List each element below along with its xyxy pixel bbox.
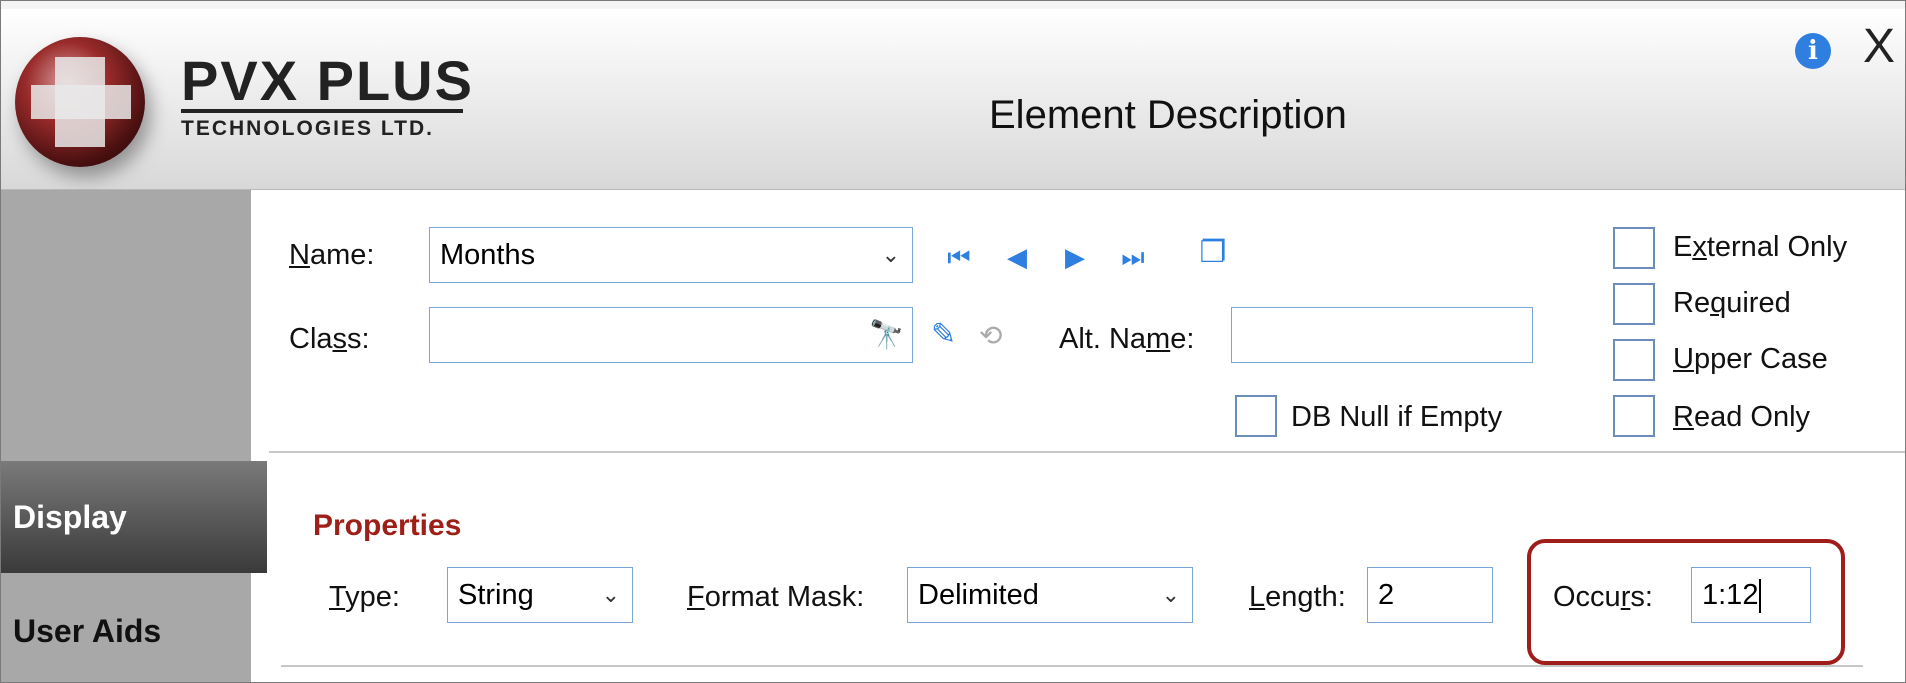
logo-tagline: TECHNOLOGIES LTD. — [181, 117, 434, 140]
chevron-down-icon[interactable]: ⌄ — [602, 568, 620, 622]
copy-icon[interactable]: ❐ — [1199, 238, 1227, 268]
close-icon[interactable]: X — [1863, 23, 1895, 71]
class-label: Class: — [289, 323, 370, 355]
upper-case-checkbox[interactable] — [1613, 339, 1655, 381]
chevron-down-icon[interactable]: ⌄ — [1162, 568, 1180, 622]
section-divider — [269, 451, 1905, 453]
format-mask-label: Format Mask: — [687, 581, 865, 613]
name-value: Months — [440, 239, 536, 271]
name-label: Name: — [289, 239, 375, 271]
format-mask-value: Delimited — [918, 579, 1039, 611]
required-label: Required — [1673, 287, 1791, 319]
logo-cross-decoration — [31, 85, 131, 119]
element-description-window: PVX PLUS TECHNOLOGIES LTD. Element Descr… — [0, 0, 1906, 683]
type-value: String — [458, 579, 534, 611]
properties-heading: Properties — [313, 509, 462, 542]
class-field[interactable]: 🔭 — [429, 307, 913, 363]
last-record-icon[interactable]: ⏭ — [1119, 243, 1147, 271]
previous-record-icon[interactable]: ◀ — [1003, 243, 1031, 271]
length-field[interactable]: 2 — [1367, 567, 1493, 623]
first-record-icon[interactable]: ⏮ — [945, 243, 973, 271]
window-title: Element Description — [989, 93, 1347, 137]
edit-icon[interactable]: ✎ — [931, 317, 956, 352]
format-mask-select[interactable]: Delimited ⌄ — [907, 567, 1193, 623]
logo-name: PVX PLUS — [181, 49, 474, 112]
type-label: Type: — [329, 581, 400, 613]
alt-name-field[interactable] — [1231, 307, 1533, 363]
next-record-icon[interactable]: ▶ — [1061, 243, 1089, 271]
external-only-checkbox[interactable] — [1613, 227, 1655, 269]
bottom-divider — [281, 665, 1863, 667]
info-icon[interactable]: i — [1795, 33, 1831, 69]
length-label: Length: — [1249, 581, 1346, 613]
required-checkbox[interactable] — [1613, 283, 1655, 325]
db-null-label: DB Null if Empty — [1291, 401, 1503, 433]
read-only-checkbox[interactable] — [1613, 395, 1655, 437]
header-bar: PVX PLUS TECHNOLOGIES LTD. Element Descr… — [1, 9, 1905, 190]
external-only-label: External Only — [1673, 231, 1848, 263]
binoculars-icon[interactable]: 🔭 — [869, 308, 904, 362]
name-dropdown[interactable]: Months ⌄ — [429, 227, 913, 283]
chevron-down-icon[interactable]: ⌄ — [882, 228, 900, 282]
alt-name-label: Alt. Name: — [1059, 323, 1195, 355]
occurs-highlight-annotation — [1527, 539, 1845, 665]
logo-underline — [181, 109, 463, 113]
link-icon[interactable]: ⟲ — [979, 319, 1002, 352]
upper-case-label: Upper Case — [1673, 343, 1828, 375]
sidebar-item-user-aids[interactable]: User Aids — [1, 593, 263, 669]
sidebar-item-display[interactable]: Display — [1, 461, 267, 573]
type-select[interactable]: String ⌄ — [447, 567, 633, 623]
read-only-label: Read Only — [1673, 401, 1811, 433]
db-null-checkbox[interactable] — [1235, 395, 1277, 437]
